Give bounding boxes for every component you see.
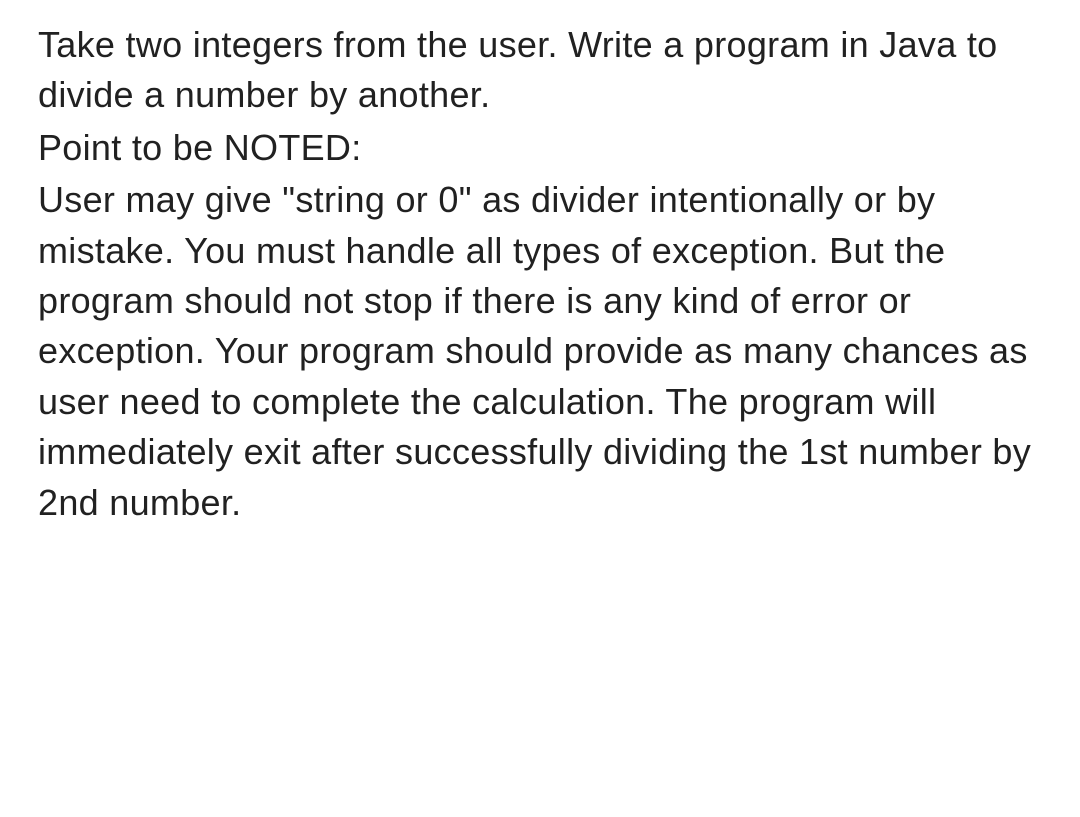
note-body: User may give "string or 0" as divider i… (38, 175, 1042, 528)
document-body: Take two integers from the user. Write a… (38, 20, 1042, 528)
document-page: Take two integers from the user. Write a… (0, 0, 1080, 528)
intro-paragraph: Take two integers from the user. Write a… (38, 20, 1042, 121)
note-heading: Point to be NOTED: (38, 123, 1042, 173)
